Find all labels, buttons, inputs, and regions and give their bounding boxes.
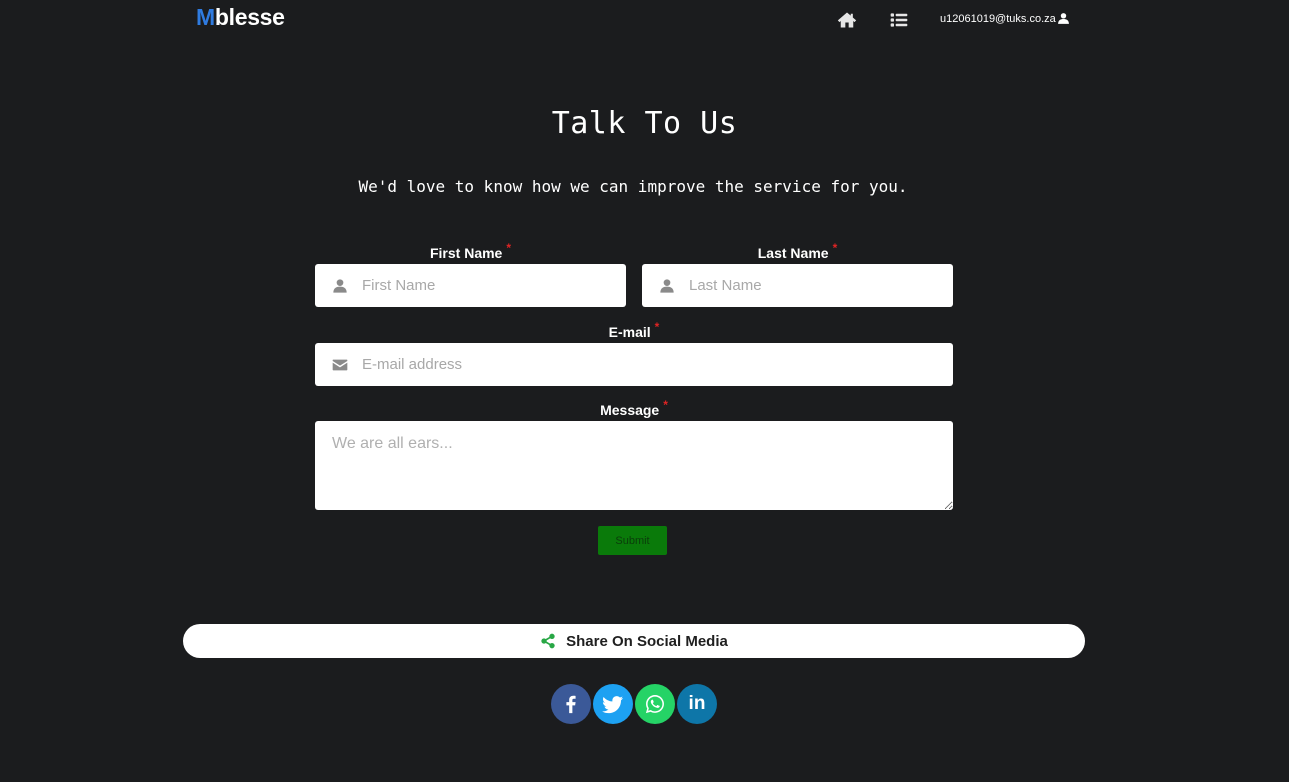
email-input[interactable] [362, 356, 953, 373]
share-icon [541, 633, 555, 649]
last-name-input[interactable] [689, 277, 953, 294]
facebook-icon [566, 695, 576, 714]
whatsapp-share-button[interactable] [635, 684, 675, 724]
message-label: Message * [315, 398, 953, 418]
last-name-label: Last Name * [642, 241, 953, 261]
email-field[interactable] [315, 343, 953, 386]
user-icon [660, 278, 674, 293]
linkedin-icon: in [688, 693, 706, 714]
first-name-label-text: First Name [429, 245, 503, 261]
message-label-text: Message [600, 402, 660, 418]
envelope-icon [332, 359, 348, 370]
last-name-label-text: Last Name [757, 245, 829, 261]
brand-logo[interactable]: Mblesse [196, 4, 285, 31]
first-name-label: First Name * [315, 241, 626, 261]
message-textarea[interactable] [315, 421, 953, 510]
logo-accent-letter: M [196, 4, 215, 30]
user-email: u12061019@tuks.co.za [940, 12, 1056, 25]
user-icon [333, 278, 347, 293]
first-name-field[interactable] [315, 264, 626, 307]
required-mark: * [663, 398, 668, 412]
linkedin-share-button[interactable]: in [677, 684, 717, 724]
required-mark: * [506, 241, 512, 255]
first-name-input[interactable] [362, 277, 626, 294]
submit-button[interactable]: Submit [598, 526, 667, 555]
facebook-share-button[interactable] [551, 684, 591, 724]
home-icon[interactable] [837, 10, 857, 30]
share-social-bar[interactable]: Share On Social Media [183, 624, 1085, 658]
page-title: Talk To Us [551, 106, 738, 141]
twitter-share-button[interactable] [593, 684, 633, 724]
last-name-field[interactable] [642, 264, 953, 307]
list-icon[interactable] [889, 10, 909, 30]
share-label: Share On Social Media [566, 632, 728, 650]
user-account-link[interactable]: u12061019@tuks.co.za [940, 12, 1070, 25]
whatsapp-icon [645, 695, 664, 714]
required-mark: * [832, 241, 838, 255]
page-subtitle: We'd love to know how we can improve the… [358, 177, 908, 196]
logo-text: blesse [214, 4, 285, 30]
twitter-icon [602, 696, 624, 714]
email-label: E-mail * [315, 320, 953, 340]
user-icon [1057, 13, 1069, 24]
required-mark: * [654, 320, 660, 334]
email-label-text: E-mail [608, 324, 651, 340]
